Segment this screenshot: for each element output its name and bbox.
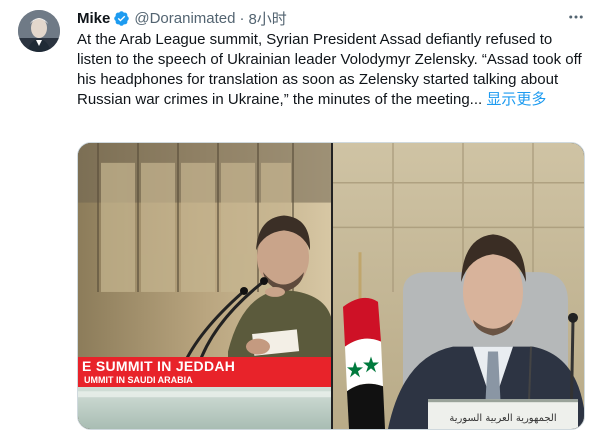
more-horizontal-icon[interactable] xyxy=(566,8,586,26)
header-separator: · xyxy=(239,9,245,27)
show-more-link[interactable]: 显示更多 xyxy=(486,91,546,108)
tweet-header: Mike @Doranimated · 8小时 xyxy=(77,8,588,28)
tweet-text: At the Arab League summit, Syrian Presid… xyxy=(77,30,582,110)
author-display-name[interactable]: Mike xyxy=(77,10,110,27)
news-banner-title: E SUMMIT IN JEDDAH xyxy=(82,358,236,374)
author-handle[interactable]: @Doranimated xyxy=(134,10,235,27)
nameplate-text: الجمهورية العربية السورية xyxy=(449,413,556,424)
avatar-image xyxy=(18,10,60,52)
verified-badge-icon[interactable] xyxy=(113,10,130,27)
tweet-timestamp[interactable]: 8小时 xyxy=(248,8,286,29)
photo-assad[interactable]: الجمهورية العربية السورية xyxy=(333,143,585,429)
tweet-media[interactable]: E SUMMIT IN JEDDAH UMMIT IN SAUDI ARABIA xyxy=(77,142,585,430)
news-banner-subtitle: UMMIT IN SAUDI ARABIA xyxy=(84,375,193,385)
author-avatar[interactable] xyxy=(18,10,60,52)
